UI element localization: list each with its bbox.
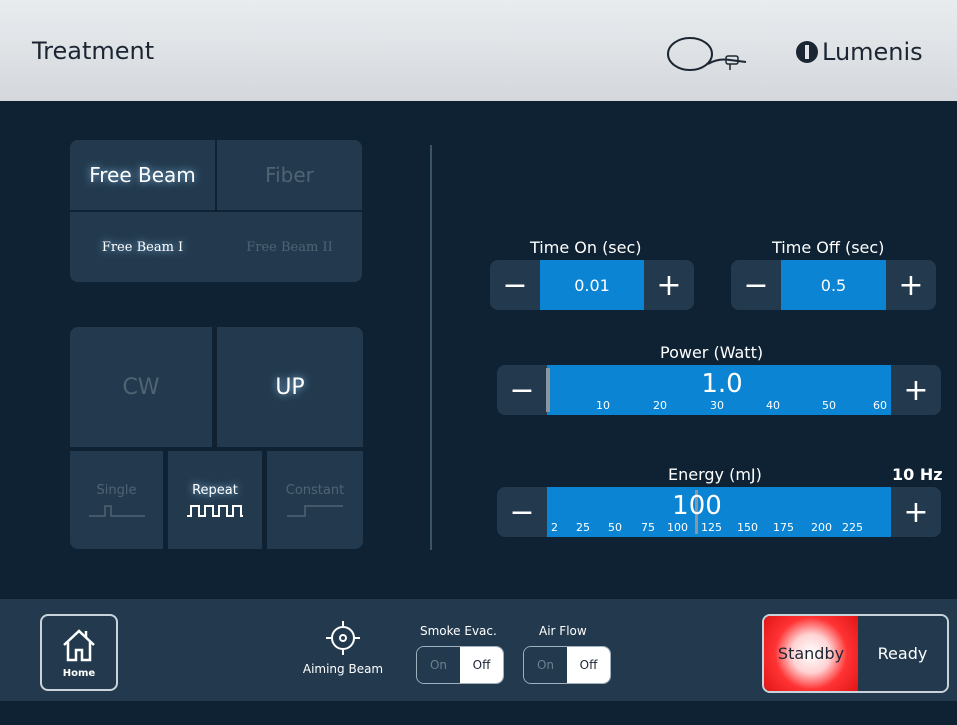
up-button[interactable]: UP — [217, 327, 363, 447]
single-label: Single — [96, 482, 137, 498]
fiber-button[interactable]: Fiber — [217, 140, 362, 210]
smoke-evac-label: Smoke Evac. — [420, 624, 497, 638]
energy-tick: 50 — [608, 521, 622, 534]
energy-tick: 125 — [701, 521, 722, 534]
energy-tick: 175 — [773, 521, 794, 534]
air-flow-off[interactable]: Off — [567, 647, 610, 683]
energy-tick: 100 — [667, 521, 688, 534]
up-label: UP — [275, 374, 305, 400]
constant-label: Constant — [285, 482, 345, 498]
free-beam-1-label: Free Beam I — [101, 239, 184, 255]
smoke-evac-off[interactable]: Off — [460, 647, 503, 683]
brand-logo: Lumenis — [796, 38, 923, 66]
aiming-beam-button[interactable]: Aiming Beam — [298, 620, 388, 695]
power-slider[interactable]: − 1.0 10 20 30 40 50 60 + — [497, 365, 941, 415]
time-off-increase-button[interactable]: + — [886, 260, 936, 310]
repeat-button[interactable]: Repeat — [168, 451, 262, 549]
free-beam-button[interactable]: Free Beam — [70, 140, 215, 210]
free-beam-1-button[interactable]: Free Beam I — [70, 212, 215, 282]
delivery-divider-v — [215, 140, 217, 210]
logo-text: Lumenis — [822, 38, 923, 66]
smoke-evac-toggle[interactable]: On Off — [416, 646, 504, 684]
ready-button[interactable]: Ready — [858, 616, 947, 691]
repetition-rate: 10 Hz — [892, 465, 943, 484]
free-beam-2-button[interactable]: Free Beam II — [217, 212, 362, 282]
time-on-stepper: − 0.01 + — [490, 260, 694, 310]
single-pulse-icon — [88, 504, 145, 517]
air-flow-label: Air Flow — [539, 624, 587, 638]
energy-increase-button[interactable]: + — [891, 487, 941, 537]
power-tick: 40 — [766, 399, 780, 412]
cw-button[interactable]: CW — [70, 327, 212, 447]
time-on-decrease-button[interactable]: − — [490, 260, 540, 310]
energy-label: Energy (mJ) — [668, 465, 762, 484]
energy-tick: 25 — [576, 521, 590, 534]
air-flow-on[interactable]: On — [524, 647, 567, 683]
logo-mark-icon — [796, 41, 818, 63]
power-value: 1.0 — [701, 369, 743, 399]
constant-wave-icon — [287, 504, 343, 517]
power-decrease-button[interactable]: − — [497, 365, 547, 415]
air-flow-toggle[interactable]: On Off — [523, 646, 611, 684]
free-beam-2-label: Free Beam II — [246, 239, 333, 255]
time-off-label: Time Off (sec) — [772, 238, 885, 257]
home-label: Home — [62, 668, 96, 679]
energy-tick: 2 — [551, 521, 558, 534]
constant-button[interactable]: Constant — [267, 451, 363, 549]
time-off-value: 0.5 — [781, 260, 886, 310]
fiber-label: Fiber — [265, 163, 314, 187]
home-icon — [63, 629, 95, 662]
smoke-evac-on[interactable]: On — [417, 647, 460, 683]
time-on-label: Time On (sec) — [530, 238, 642, 257]
repeat-label: Repeat — [192, 482, 238, 498]
power-tick: 30 — [710, 399, 724, 412]
single-button[interactable]: Single — [70, 451, 163, 549]
power-tick: 10 — [596, 399, 610, 412]
page-title: Treatment — [32, 37, 155, 65]
time-off-decrease-button[interactable]: − — [731, 260, 781, 310]
power-tick: 50 — [822, 399, 836, 412]
crosshair-icon — [326, 621, 360, 655]
energy-decrease-button[interactable]: − — [497, 487, 547, 537]
standby-button[interactable]: Standby — [764, 616, 858, 691]
power-increase-button[interactable]: + — [891, 365, 941, 415]
time-on-increase-button[interactable]: + — [644, 260, 694, 310]
home-button[interactable]: Home — [40, 614, 118, 691]
panel-divider — [430, 145, 432, 550]
energy-value: 100 — [672, 491, 722, 521]
laser-state-group: Standby Ready — [762, 614, 949, 693]
aiming-beam-label: Aiming Beam — [302, 662, 384, 676]
energy-tick: 200 — [811, 521, 832, 534]
power-tick: 60 — [873, 399, 887, 412]
header-bar: Treatment Lumenis — [0, 0, 957, 101]
time-off-stepper: − 0.5 + — [731, 260, 936, 310]
energy-tick: 75 — [641, 521, 655, 534]
repeat-pulse-icon — [187, 504, 243, 517]
free-beam-label: Free Beam — [89, 163, 196, 187]
time-on-value: 0.01 — [540, 260, 644, 310]
power-label: Power (Watt) — [660, 343, 764, 362]
footer-strip — [0, 701, 957, 725]
handpiece-icon — [667, 37, 747, 71]
power-tick: 20 — [653, 399, 667, 412]
energy-tick: 150 — [737, 521, 758, 534]
power-handle[interactable] — [546, 368, 550, 412]
energy-tick: 225 — [842, 521, 863, 534]
energy-slider[interactable]: − 100 2 25 50 75 100 125 150 175 200 225… — [497, 487, 941, 537]
cw-label: CW — [122, 374, 160, 400]
